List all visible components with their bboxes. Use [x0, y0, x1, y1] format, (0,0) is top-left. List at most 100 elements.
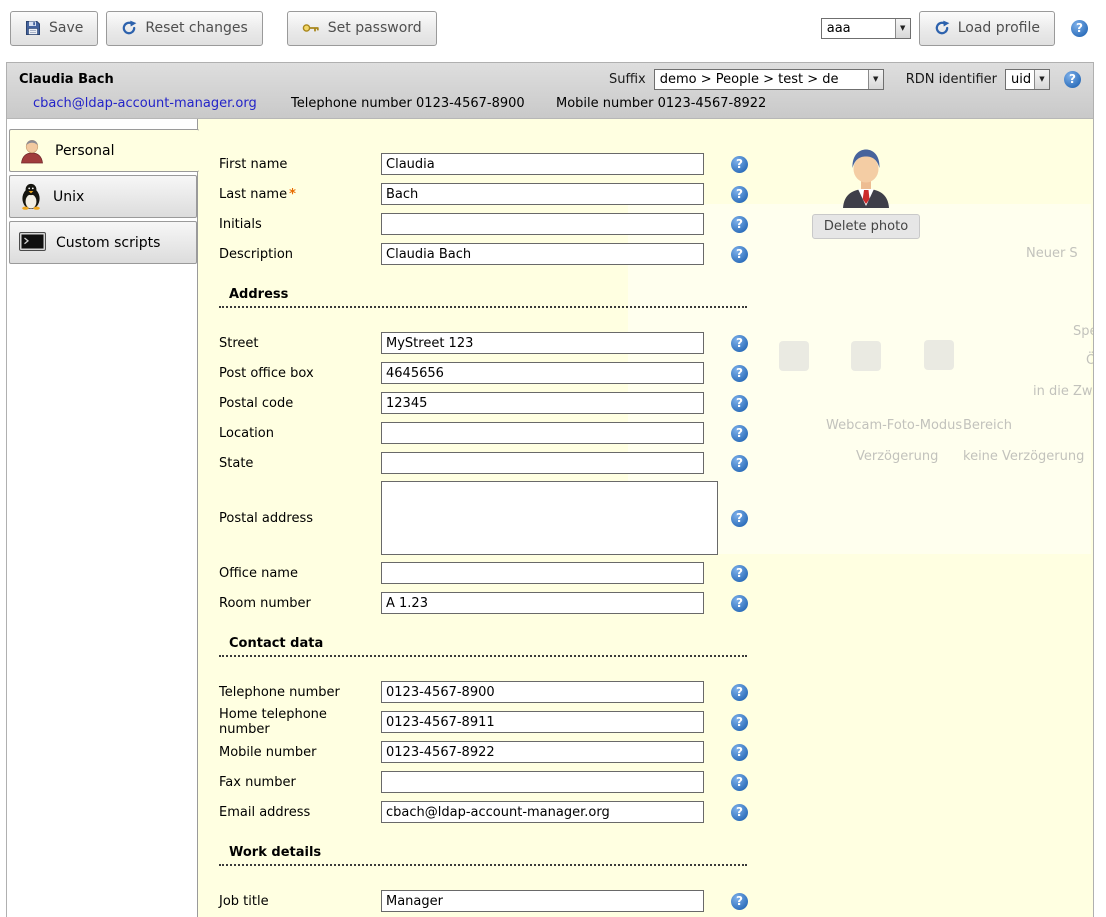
email-address-input[interactable]: [381, 801, 704, 823]
help-icon[interactable]: [731, 455, 748, 472]
tab-personal[interactable]: Personal: [9, 129, 199, 172]
account-header: Claudia Bach Suffix demo > People > test…: [7, 63, 1093, 119]
description-input[interactable]: [381, 243, 704, 265]
telephone-number-label: Telephone number: [219, 685, 381, 700]
section-title-contact: Contact data: [219, 636, 747, 657]
initials-label: Initials: [219, 217, 381, 232]
form-row: State: [219, 448, 1093, 478]
toolbar: Save Reset changes Set password aaa Load…: [0, 0, 1106, 56]
help-icon[interactable]: [731, 246, 748, 263]
office-name-input[interactable]: [381, 562, 704, 584]
help-icon[interactable]: [731, 774, 748, 791]
postal-code-label: Postal code: [219, 396, 381, 411]
terminal-icon: [19, 232, 46, 253]
tab-custom-scripts-label: Custom scripts: [56, 235, 160, 251]
help-icon[interactable]: [731, 744, 748, 761]
street-input[interactable]: [381, 332, 704, 354]
help-icon[interactable]: [731, 684, 748, 701]
help-icon[interactable]: [731, 893, 748, 910]
personal-tab-content: Neuer S Speich Öffn in die Zwisch Webcam…: [197, 119, 1093, 917]
help-icon[interactable]: [731, 186, 748, 203]
delete-photo-button[interactable]: Delete photo: [812, 214, 920, 239]
location-input[interactable]: [381, 422, 704, 444]
postal-address-textarea[interactable]: [381, 481, 718, 555]
suffix-select-value: demo > People > test > de: [655, 70, 868, 89]
telephone-number-input[interactable]: [381, 681, 704, 703]
save-button[interactable]: Save: [10, 11, 98, 46]
form-row: Location: [219, 418, 1093, 448]
postal-code-input[interactable]: [381, 392, 704, 414]
help-icon[interactable]: [731, 804, 748, 821]
tab-custom-scripts[interactable]: Custom scripts: [9, 221, 197, 264]
form-row: First name: [219, 149, 1093, 179]
mobile-number-label: Mobile number: [219, 745, 381, 760]
toolbar-help-icon[interactable]: [1071, 20, 1088, 37]
form-row: Description: [219, 239, 1093, 269]
location-label: Location: [219, 426, 381, 441]
help-icon[interactable]: [731, 365, 748, 382]
rdn-identifier-label: RDN identifier: [906, 72, 997, 87]
profile-select[interactable]: aaa: [821, 18, 911, 39]
help-icon[interactable]: [731, 216, 748, 233]
tab-unix-label: Unix: [53, 189, 84, 205]
state-input[interactable]: [381, 452, 704, 474]
reset-changes-button[interactable]: Reset changes: [106, 11, 262, 46]
form-row: Fax number: [219, 767, 1093, 797]
help-icon[interactable]: [731, 156, 748, 173]
help-icon[interactable]: [731, 595, 748, 612]
help-icon[interactable]: [731, 565, 748, 582]
help-icon[interactable]: [731, 395, 748, 412]
post-office-box-input[interactable]: [381, 362, 704, 384]
help-icon[interactable]: [731, 425, 748, 442]
last-name-input[interactable]: [381, 183, 704, 205]
postal-address-label: Postal address: [219, 511, 381, 526]
person-icon: [19, 138, 45, 164]
help-icon[interactable]: [731, 335, 748, 352]
mobile-summary: Mobile number 0123-4567-8922: [556, 96, 766, 111]
form-row: Room number: [219, 588, 1093, 618]
email-link[interactable]: cbach@ldap-account-manager.org: [33, 96, 257, 111]
form-row: Office name: [219, 558, 1093, 588]
rdn-select-value: uid: [1006, 70, 1034, 89]
first-name-input[interactable]: [381, 153, 704, 175]
form-row: Postal address: [219, 478, 1093, 558]
fax-number-input[interactable]: [381, 771, 704, 793]
state-label: State: [219, 456, 381, 471]
dropdown-arrow-icon: [895, 19, 910, 38]
module-tabs: Personal Unix: [7, 119, 197, 917]
help-icon[interactable]: [731, 510, 748, 527]
set-password-button[interactable]: Set password: [287, 11, 437, 46]
home-telephone-input[interactable]: [381, 711, 704, 733]
account-body: Personal Unix: [7, 119, 1093, 917]
suffix-select[interactable]: demo > People > test > de: [654, 69, 884, 90]
initials-input[interactable]: [381, 213, 704, 235]
form-row: Mobile number: [219, 737, 1093, 767]
dropdown-arrow-icon: [868, 70, 883, 89]
form-row: Initials: [219, 209, 1093, 239]
form-row: Last name: [219, 179, 1093, 209]
street-label: Street: [219, 336, 381, 351]
account-header-controls: Suffix demo > People > test > de RDN ide…: [609, 69, 1081, 90]
account-editor: Claudia Bach Suffix demo > People > test…: [6, 62, 1094, 917]
key-icon: [302, 22, 320, 34]
reset-icon: [121, 20, 137, 36]
room-number-label: Room number: [219, 596, 381, 611]
header-help-icon[interactable]: [1064, 71, 1081, 88]
email-address-label: Email address: [219, 805, 381, 820]
job-title-label: Job title: [219, 894, 381, 909]
photo-block: Delete photo: [786, 144, 946, 239]
load-profile-label: Load profile: [958, 20, 1040, 36]
help-icon[interactable]: [731, 714, 748, 731]
post-office-box-label: Post office box: [219, 366, 381, 381]
job-title-input[interactable]: [381, 890, 704, 912]
tab-unix[interactable]: Unix: [9, 175, 197, 218]
load-profile-button[interactable]: Load profile: [919, 11, 1055, 46]
reset-changes-label: Reset changes: [145, 20, 247, 36]
rdn-identifier-select[interactable]: uid: [1005, 69, 1050, 90]
required-marker: [289, 187, 296, 202]
mobile-number-input[interactable]: [381, 741, 704, 763]
room-number-input[interactable]: [381, 592, 704, 614]
form-row: Street: [219, 328, 1093, 358]
fax-number-label: Fax number: [219, 775, 381, 790]
account-header-row2: cbach@ldap-account-manager.org Telephone…: [7, 95, 1093, 117]
